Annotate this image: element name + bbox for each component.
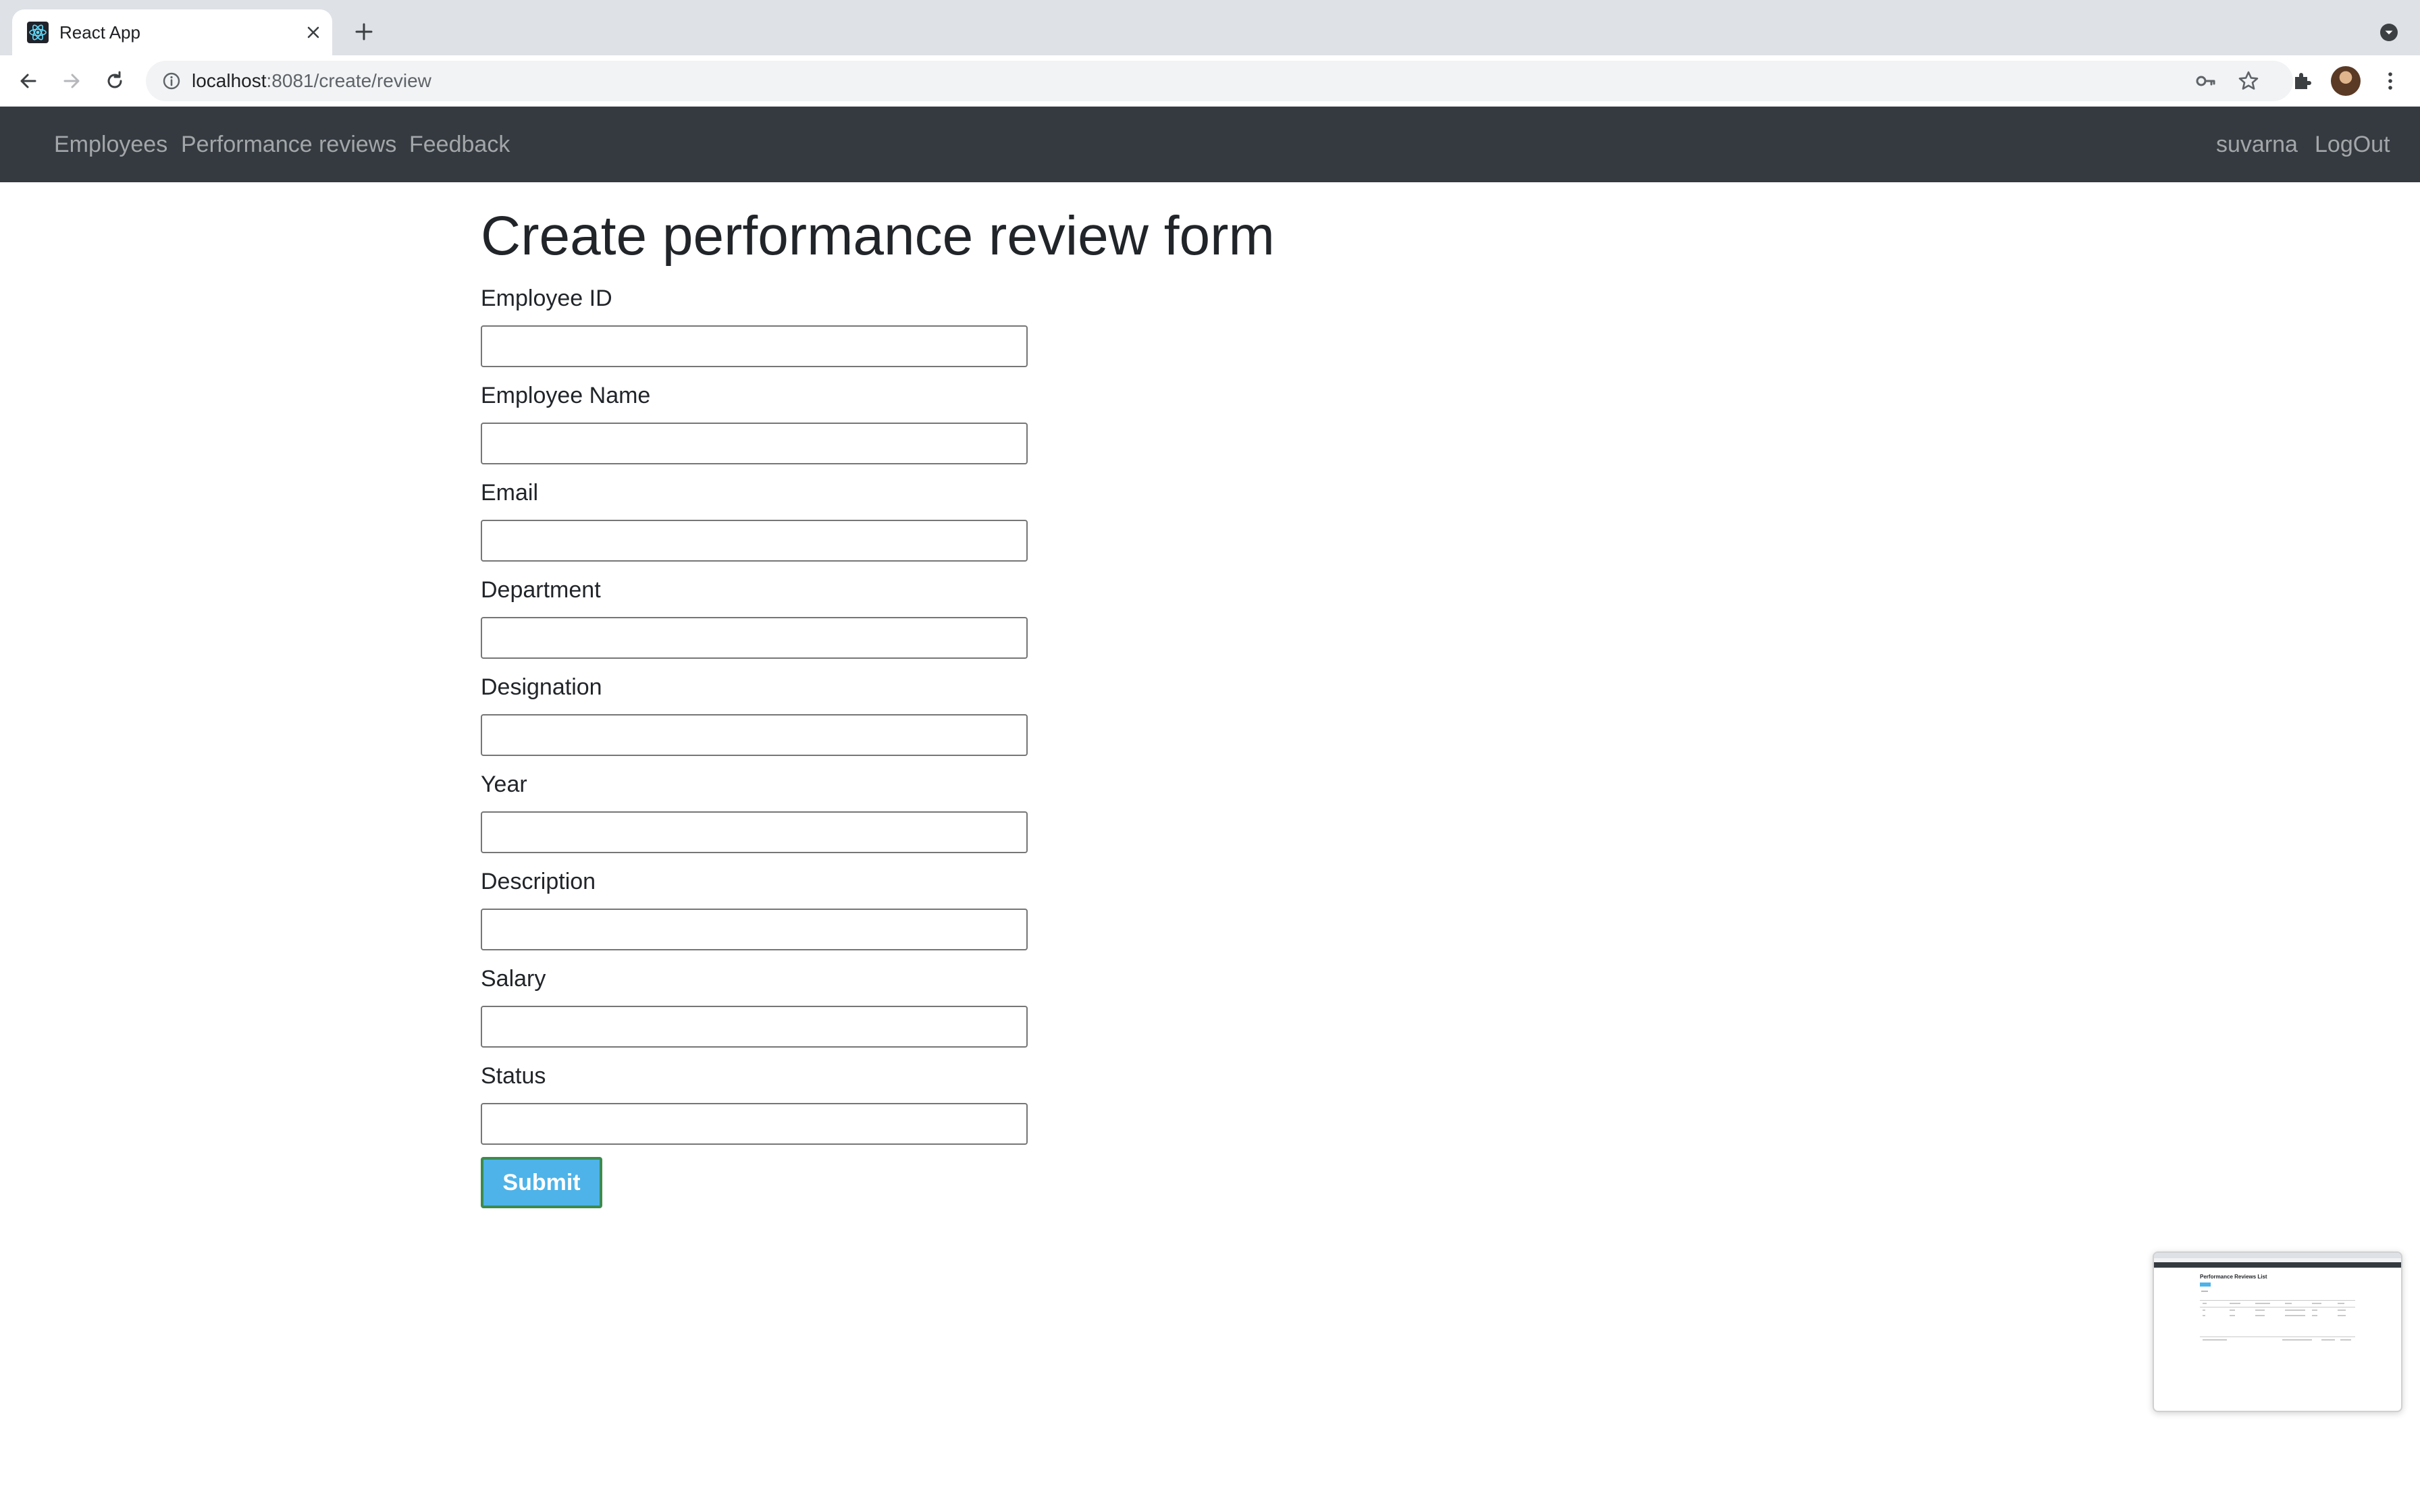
- back-arrow-icon[interactable]: [15, 68, 42, 94]
- year-input[interactable]: [481, 811, 1028, 853]
- email-input[interactable]: [481, 520, 1028, 562]
- label-department: Department: [481, 577, 601, 603]
- url-path: :8081/create/review: [266, 70, 431, 91]
- address-bar[interactable]: localhost:8081/create/review: [146, 61, 2293, 101]
- label-designation: Designation: [481, 674, 602, 700]
- browser-tab-strip: React App: [0, 0, 2420, 55]
- key-icon[interactable]: [2193, 69, 2217, 93]
- tab-title: React App: [59, 22, 140, 43]
- status-input[interactable]: [481, 1103, 1028, 1145]
- label-status: Status: [481, 1063, 546, 1089]
- nav-link-feedback[interactable]: Feedback: [409, 130, 510, 159]
- reload-icon[interactable]: [101, 68, 128, 94]
- react-logo-icon: [27, 22, 49, 43]
- forward-arrow-icon[interactable]: [58, 68, 85, 94]
- designation-input[interactable]: [481, 714, 1028, 756]
- browser-menu-icon[interactable]: [2377, 68, 2404, 94]
- nav-link-performance-reviews[interactable]: Performance reviews: [181, 130, 396, 159]
- department-input[interactable]: [481, 617, 1028, 659]
- nav-user-name[interactable]: suvarna: [2216, 130, 2298, 159]
- url-text[interactable]: localhost:8081/create/review: [192, 70, 431, 92]
- label-description: Description: [481, 869, 596, 894]
- nav-link-employees[interactable]: Employees: [54, 130, 167, 159]
- page-title: Create performance review form: [481, 205, 1275, 267]
- close-tab-icon[interactable]: [304, 23, 323, 42]
- browser-toolbar: localhost:8081/create/review: [0, 55, 2420, 107]
- browser-tab[interactable]: React App: [12, 9, 332, 55]
- submit-button[interactable]: Submit: [481, 1157, 602, 1208]
- thumbnail-preview-image: Performance Reviews List: [2154, 1253, 2401, 1341]
- profile-avatar[interactable]: [2331, 66, 2361, 96]
- new-tab-icon[interactable]: [352, 20, 375, 43]
- tab-search-icon[interactable]: [2379, 23, 2398, 42]
- label-employee-id: Employee ID: [481, 286, 612, 311]
- site-info-icon[interactable]: [161, 70, 182, 92]
- description-input[interactable]: [481, 909, 1028, 950]
- url-host: localhost: [192, 70, 267, 91]
- thumbnail-title: Performance Reviews List: [2200, 1274, 2267, 1280]
- star-bookmark-icon[interactable]: [2236, 69, 2261, 93]
- salary-input[interactable]: [481, 1006, 1028, 1048]
- label-employee-name: Employee Name: [481, 383, 651, 408]
- employee-name-input[interactable]: [481, 423, 1028, 464]
- app-navbar: Employees Performance reviews Feedback s…: [0, 107, 2420, 182]
- extensions-puzzle-icon[interactable]: [2289, 68, 2316, 94]
- employee-id-input[interactable]: [481, 325, 1028, 367]
- page-preview-thumbnail[interactable]: Performance Reviews List: [2153, 1251, 2402, 1412]
- label-year: Year: [481, 772, 527, 797]
- label-email: Email: [481, 480, 539, 506]
- nav-logout-link[interactable]: LogOut: [2315, 130, 2390, 159]
- label-salary: Salary: [481, 966, 546, 992]
